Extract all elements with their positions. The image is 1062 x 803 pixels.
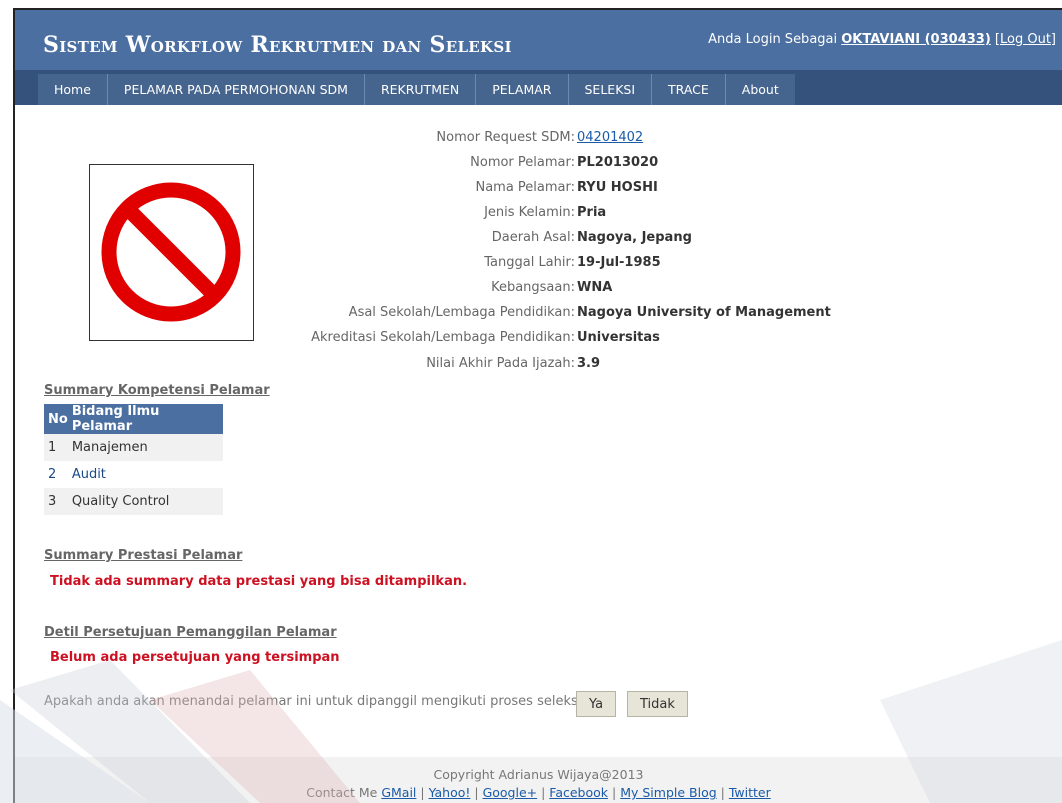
facebook-link[interactable]: Facebook bbox=[549, 785, 608, 800]
info-row-request: Nomor Request SDM: 04201402 bbox=[15, 130, 643, 155]
birthdate-value: 19-Jul-1985 bbox=[577, 255, 661, 270]
school-value: Nagoya University of Management bbox=[577, 305, 831, 320]
info-row-name: Nama Pelamar: RYU HOSHI bbox=[15, 180, 657, 205]
origin-label: Daerah Asal: bbox=[491, 230, 575, 245]
info-row-school: Asal Sekolah/Lembaga Pendidikan: Nagoya … bbox=[15, 305, 831, 330]
nav-about[interactable]: About bbox=[726, 74, 795, 105]
info-row-birthdate: Tanggal Lahir: 19-Jul-1985 bbox=[15, 255, 660, 280]
site-title: Sistem Workflow Rekrutmen dan Seleksi bbox=[43, 32, 512, 58]
info-row-gender: Jenis Kelamin: Pria bbox=[15, 205, 606, 230]
login-prefix: Anda Login Sebagai bbox=[708, 32, 838, 47]
achievement-empty-message: Tidak ada summary data prestasi yang bis… bbox=[50, 574, 468, 589]
contact-line: Contact Me GMail | Yahoo! | Google+ | Fa… bbox=[306, 785, 771, 800]
row-number: 3 bbox=[44, 488, 68, 515]
nav-pelamar-pada-permohonan-sdm[interactable]: PELAMAR PADA PERMOHONAN SDM bbox=[108, 74, 365, 105]
nav-rekrutmen[interactable]: REKRUTMEN bbox=[365, 74, 477, 105]
nav-pelamar[interactable]: PELAMAR bbox=[476, 74, 569, 105]
competency-heading: Summary Kompetensi Pelamar bbox=[44, 383, 270, 398]
final-grade-value: 3.9 bbox=[577, 356, 601, 371]
request-label: Nomor Request SDM: bbox=[436, 130, 575, 145]
approval-heading: Detil Persetujuan Pemanggilan Pelamar bbox=[44, 625, 337, 640]
twitter-link[interactable]: Twitter bbox=[729, 785, 771, 800]
site-header: Sistem Workflow Rekrutmen dan Seleksi An… bbox=[15, 10, 1062, 70]
row-field: Audit bbox=[71, 467, 106, 482]
nationality-label: Kebangsaan: bbox=[491, 280, 575, 295]
info-row-accreditation: Akreditasi Sekolah/Lembaga Pendidikan: U… bbox=[15, 330, 660, 355]
name-label: Nama Pelamar: bbox=[475, 180, 575, 195]
nav-seleksi[interactable]: SELEKSI bbox=[569, 74, 653, 105]
info-row-final-grade: Nilai Akhir Pada Ijazah: 3.9 bbox=[15, 356, 600, 381]
info-row-nationality: Kebangsaan: WNA bbox=[15, 280, 612, 305]
approval-empty-message: Belum ada persetujuan yang tersimpan bbox=[50, 650, 340, 665]
nav-trace[interactable]: TRACE bbox=[652, 74, 726, 105]
site-footer: Copyright Adrianus Wijaya@2013 Contact M… bbox=[15, 757, 1062, 803]
logout-bracket-close: ] bbox=[1050, 32, 1056, 47]
nationality-value: WNA bbox=[577, 280, 613, 295]
row-field: Quality Control bbox=[67, 488, 223, 515]
applicant-number-value: PL2013020 bbox=[577, 155, 659, 170]
login-info: Anda Login Sebagai OKTAVIANI (030433) [L… bbox=[708, 32, 1056, 47]
yes-button[interactable]: Ya bbox=[576, 691, 617, 717]
column-header-no: No bbox=[44, 404, 68, 434]
info-row-origin: Daerah Asal: Nagoya, Jepang bbox=[15, 230, 692, 255]
yahoo-link[interactable]: Yahoo! bbox=[429, 785, 471, 800]
nav-home[interactable]: Home bbox=[38, 74, 108, 105]
origin-value: Nagoya, Jepang bbox=[577, 230, 692, 245]
final-grade-label: Nilai Akhir Pada Ijazah: bbox=[426, 356, 575, 371]
name-value: RYU HOSHI bbox=[577, 180, 658, 195]
blog-link[interactable]: My Simple Blog bbox=[620, 785, 716, 800]
contact-label: Contact Me bbox=[306, 785, 378, 800]
row-number: 2 bbox=[48, 467, 57, 482]
competency-table: No Bidang Ilmu Pelamar 1 Manajemen 2 Aud… bbox=[44, 404, 223, 515]
browser-page: Sistem Workflow Rekrutmen dan Seleksi An… bbox=[13, 8, 1062, 803]
request-number-link[interactable]: 04201402 bbox=[577, 130, 643, 145]
user-link[interactable]: OKTAVIANI (030433) bbox=[841, 32, 991, 47]
gmail-link[interactable]: GMail bbox=[381, 785, 416, 800]
googleplus-link[interactable]: Google+ bbox=[483, 785, 538, 800]
applicant-number-label: Nomor Pelamar: bbox=[470, 155, 575, 170]
table-row: 1 Manajemen bbox=[44, 434, 223, 461]
gender-label: Jenis Kelamin: bbox=[484, 205, 575, 220]
row-number: 1 bbox=[44, 434, 68, 461]
row-field: Manajemen bbox=[67, 434, 223, 461]
main-nav: Home PELAMAR PADA PERMOHONAN SDM REKRUTM… bbox=[15, 70, 1062, 105]
table-header-row: No Bidang Ilmu Pelamar bbox=[44, 404, 223, 434]
call-question: Apakah anda akan menandai pelamar ini un… bbox=[44, 694, 589, 709]
table-row: 3 Quality Control bbox=[44, 488, 223, 515]
table-row[interactable]: 2 Audit bbox=[44, 461, 223, 488]
accreditation-label: Akreditasi Sekolah/Lembaga Pendidikan: bbox=[311, 330, 575, 345]
info-row-applicant-number: Nomor Pelamar: PL2013020 bbox=[15, 155, 658, 180]
accreditation-value: Universitas bbox=[577, 330, 660, 345]
copyright-text: Copyright Adrianus Wijaya@2013 bbox=[433, 767, 644, 782]
birthdate-label: Tanggal Lahir: bbox=[484, 255, 575, 270]
column-header-field: Bidang Ilmu Pelamar bbox=[67, 404, 223, 434]
school-label: Asal Sekolah/Lembaga Pendidikan: bbox=[348, 305, 575, 320]
no-button[interactable]: Tidak bbox=[627, 691, 688, 717]
achievement-heading: Summary Prestasi Pelamar bbox=[44, 548, 243, 563]
logout-link[interactable]: Log Out bbox=[1000, 32, 1051, 47]
gender-value: Pria bbox=[577, 205, 607, 220]
